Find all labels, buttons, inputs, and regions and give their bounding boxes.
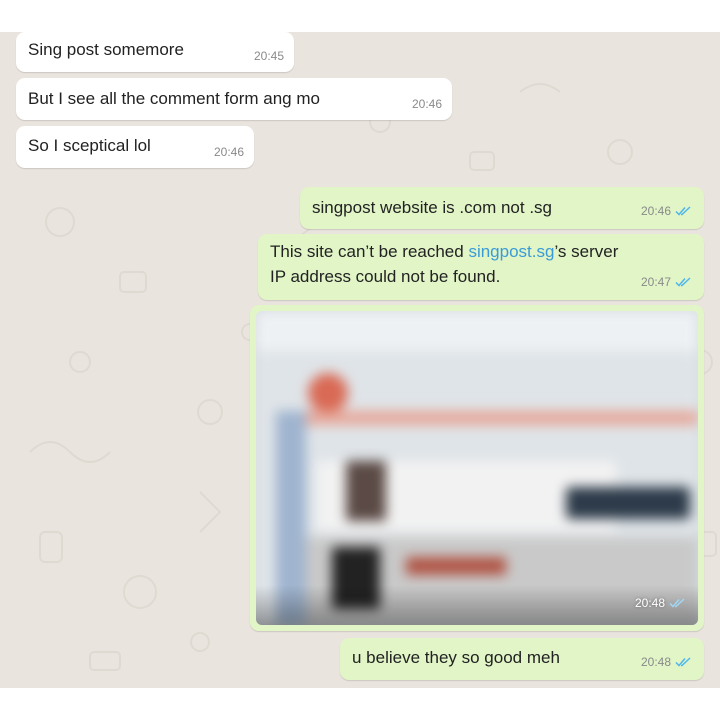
message-time: 20:45: [253, 49, 284, 63]
message-text: So I sceptical lol: [28, 136, 151, 155]
incoming-message[interactable]: Sing post somemore 20:45: [16, 32, 294, 72]
message-meta: 20:46: [641, 199, 692, 223]
outgoing-image-message[interactable]: 20:48: [250, 305, 704, 631]
message-time: 20:47: [640, 275, 671, 289]
image-bottom-shade: [256, 585, 698, 625]
blurred-screenshot-image: [256, 311, 698, 625]
incoming-message[interactable]: But I see all the comment form ang mo 20…: [16, 78, 452, 120]
incoming-message[interactable]: So I sceptical lol 20:46: [16, 126, 254, 168]
message-time: 20:46: [213, 145, 244, 159]
double-check-icon: [675, 657, 691, 667]
message-meta: 20:48: [635, 591, 686, 615]
message-text: This site can’t be reached singpost.sg’s…: [270, 240, 618, 264]
message-link[interactable]: singpost.sg: [468, 242, 554, 261]
outgoing-message[interactable]: u believe they so good meh 20:48: [340, 638, 704, 680]
chat-area: Sing post somemore 20:45 But I see all t…: [0, 32, 720, 688]
message-meta: 20:47: [641, 270, 692, 294]
message-text: singpost website is .com not .sg: [312, 198, 553, 217]
message-time: 20:46: [411, 97, 442, 111]
double-check-icon: [675, 206, 691, 216]
double-check-icon: [675, 277, 691, 287]
image-attachment[interactable]: 20:48: [256, 311, 698, 625]
message-text-line2: IP address could not be found.: [270, 267, 501, 286]
outgoing-message[interactable]: This site can’t be reached singpost.sg’s…: [258, 234, 704, 300]
message-text: u believe they so good meh: [352, 648, 560, 667]
message-time: 20:46: [640, 204, 671, 218]
message-time: 20:48: [640, 655, 671, 669]
outgoing-message[interactable]: singpost website is .com not .sg 20:46: [300, 187, 704, 229]
message-meta: 20:48: [641, 650, 692, 674]
double-check-icon: [669, 598, 685, 608]
message-time: 20:48: [634, 596, 665, 610]
message-text: Sing post somemore: [28, 40, 184, 59]
message-text-end: ’s server: [554, 242, 619, 261]
message-text-start: This site can’t be reached: [270, 242, 469, 261]
message-text: But I see all the comment form ang mo: [28, 89, 320, 108]
